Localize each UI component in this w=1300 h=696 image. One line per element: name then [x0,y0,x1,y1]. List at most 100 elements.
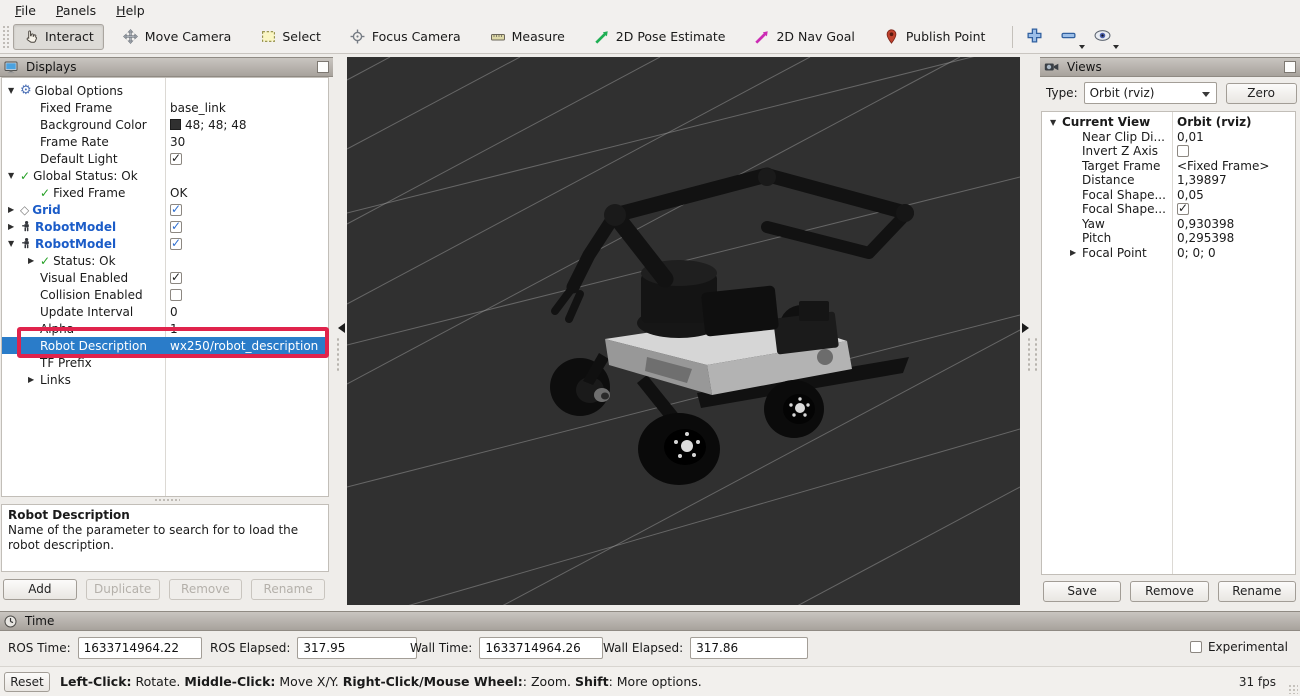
ros-time-input[interactable] [78,637,202,659]
checkbox[interactable] [1177,145,1189,157]
collapse-left-arrow-icon[interactable] [338,323,345,333]
help-splitter-grip[interactable] [154,498,180,502]
tool-focus-camera[interactable]: Focus Camera [340,24,471,50]
expander-icon[interactable]: ▶ [26,256,40,265]
tree-row-background-color[interactable]: Background Color48; 48; 48 [2,116,328,133]
wall-elapsed-input[interactable] [690,637,808,659]
displays-float-toggle[interactable] [317,61,329,73]
property-name-cell: ▼⚙Global Options [2,83,165,98]
tree-row-fixed-frame[interactable]: Fixed Framebase_link [2,99,328,116]
left-splitter[interactable] [333,57,347,605]
reset-button[interactable]: Reset [4,672,50,692]
tree-row-global-options[interactable]: ▼⚙Global Options [2,82,328,99]
tree-row-robotmodel[interactable]: ▶RobotModel [2,218,328,235]
tree-row-focal-shape-[interactable]: Focal Shape... [1042,202,1295,217]
expander-icon[interactable]: ▶ [6,222,20,231]
window-resize-grip[interactable] [1288,684,1298,694]
expander-icon[interactable]: ▼ [6,239,20,248]
tree-row-robotmodel[interactable]: ▼RobotModel [2,235,328,252]
tree-row-distance[interactable]: Distance1,39897 [1042,173,1295,188]
property-value: wx250/robot_description [170,339,318,353]
tree-row-global-status-ok[interactable]: ▼✓Global Status: Ok [2,167,328,184]
add-tool-button[interactable] [1021,24,1047,50]
add-button[interactable]: Add [3,579,77,600]
displays-panel-header[interactable]: Displays [0,57,333,77]
view-type-dropdown[interactable]: Orbit (rviz) [1084,82,1217,104]
splitter-grip[interactable] [1027,337,1032,371]
tree-row-alpha[interactable]: Alpha1 [2,320,328,337]
arrow-icon [754,29,770,45]
tool-select[interactable]: Select [250,24,331,50]
tree-row-default-light[interactable]: Default Light [2,150,328,167]
chevron-down-icon[interactable] [1113,45,1119,49]
checkbox[interactable] [170,289,182,301]
rename-button[interactable]: Rename [1218,581,1296,602]
checkbox[interactable] [170,204,182,216]
tree-row-grid[interactable]: ▶◇Grid [2,201,328,218]
tool-visibility-button[interactable] [1089,24,1115,50]
expander-icon[interactable]: ▼ [6,171,20,180]
checkbox[interactable] [170,221,182,233]
tool-publish-point[interactable]: Publish Point [874,24,996,50]
chevron-down-icon[interactable] [1079,45,1085,49]
property-value: 30 [170,135,185,149]
clock-icon [4,615,17,628]
expander-icon[interactable]: ▶ [1068,248,1082,257]
tree-row-robot-description[interactable]: Robot Descriptionwx250/robot_description [2,337,328,354]
menu-help[interactable]: Help [107,1,154,20]
tree-row-collision-enabled[interactable]: Collision Enabled [2,286,328,303]
checkbox[interactable] [170,153,182,165]
tree-row-update-interval[interactable]: Update Interval0 [2,303,328,320]
collapse-right-arrow-icon[interactable] [1022,323,1029,333]
tree-row-tf-prefix[interactable]: TF Prefix [2,354,328,371]
tree-row-invert-z-axis[interactable]: Invert Z Axis [1042,144,1295,159]
toolbar-grip[interactable] [2,25,9,49]
menu-panels[interactable]: Panels [47,1,105,20]
tool-interact[interactable]: Interact [13,24,104,50]
tree-row-current-view[interactable]: ▼Current ViewOrbit (rviz) [1042,115,1295,130]
property-value-cell: 0,05 [1172,188,1295,202]
tree-row-near-clip-di-[interactable]: Near Clip Di...0,01 [1042,130,1295,145]
tree-row-fixed-frame[interactable]: ✓Fixed FrameOK [2,184,328,201]
tree-row-focal-point[interactable]: ▶Focal Point0; 0; 0 [1042,246,1295,261]
3d-viewport[interactable] [347,57,1020,605]
tree-row-frame-rate[interactable]: Frame Rate30 [2,133,328,150]
remove-button[interactable]: Remove [1130,581,1208,602]
save-button[interactable]: Save [1043,581,1121,602]
tool-2d-nav-goal[interactable]: 2D Nav Goal [744,24,864,50]
tree-row-links[interactable]: ▶Links [2,371,328,388]
checkbox[interactable] [170,272,182,284]
tree-row-status-ok[interactable]: ▶✓Status: Ok [2,252,328,269]
expander-icon[interactable]: ▶ [6,205,20,214]
tree-row-target-frame[interactable]: Target Frame<Fixed Frame> [1042,159,1295,174]
splitter-grip[interactable] [336,337,341,371]
menu-file[interactable]: File [6,1,45,20]
right-splitter[interactable] [1020,57,1033,605]
expander-icon[interactable]: ▼ [1048,118,1062,127]
views-float-toggle[interactable] [1284,61,1296,73]
tree-row-focal-shape-[interactable]: Focal Shape...0,05 [1042,188,1295,203]
property-name-cell: ▼RobotModel [2,237,165,251]
views-splitter[interactable] [1033,57,1040,605]
tool-measure[interactable]: Measure [480,24,575,50]
ros-elapsed-input[interactable] [297,637,417,659]
views-panel-header[interactable]: Views [1040,57,1300,77]
experimental-checkbox[interactable] [1190,641,1202,653]
splitter-grip[interactable] [1034,337,1039,371]
tool-move-camera[interactable]: Move Camera [113,24,242,50]
experimental-toggle[interactable]: Experimental [1190,640,1288,654]
checkbox[interactable] [1177,203,1189,215]
expander-icon[interactable]: ▼ [6,86,20,95]
property-name: Links [40,373,71,387]
time-panel-header[interactable]: Time [0,611,1300,631]
tool-2d-pose-estimate[interactable]: 2D Pose Estimate [584,24,736,50]
tree-row-visual-enabled[interactable]: Visual Enabled [2,269,328,286]
expander-icon[interactable]: ▶ [26,375,40,384]
tree-row-yaw[interactable]: Yaw0,930398 [1042,217,1295,232]
property-value: 0,05 [1177,188,1204,202]
wall-time-input[interactable] [479,637,603,659]
remove-tool-button[interactable] [1055,24,1081,50]
checkbox[interactable] [170,238,182,250]
zero-button[interactable]: Zero [1226,83,1297,104]
tree-row-pitch[interactable]: Pitch0,295398 [1042,231,1295,246]
